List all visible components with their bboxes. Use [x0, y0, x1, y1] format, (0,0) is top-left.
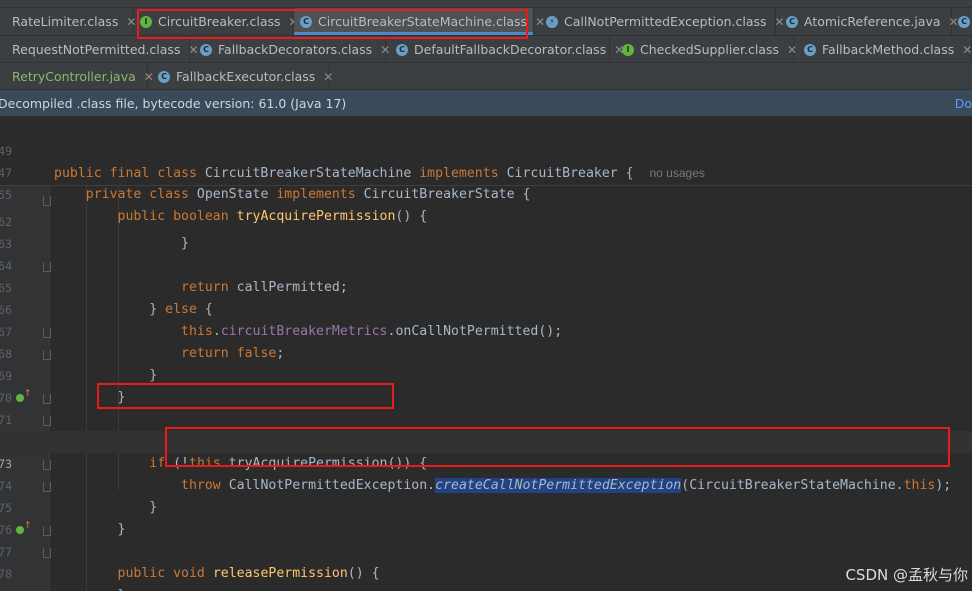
class-icon: C	[804, 43, 816, 56]
class-icon: C	[200, 43, 212, 56]
tab-label: RequestNotPermitted.class	[12, 42, 181, 57]
banner-action-link[interactable]: Do	[955, 96, 972, 111]
code-line: 77 public void releasePermission() {	[0, 519, 972, 581]
tab-row-overflow	[0, 0, 972, 8]
code-line: 68 }	[0, 321, 972, 383]
fold-marker-icon[interactable]	[43, 482, 51, 492]
fold-marker-icon[interactable]	[43, 526, 51, 536]
tab-fallbackexecutor[interactable]: C FallbackExecutor.class ✕	[148, 63, 333, 89]
tab-label: CheckedSupplier.class	[640, 42, 779, 57]
editor-tab-row-2: RequestNotPermitted.class ✕ C FallbackDe…	[0, 36, 972, 63]
code-text: }	[54, 585, 126, 591]
implements-method-icon[interactable]	[16, 521, 32, 534]
code-line: 64 return callPermitted;	[0, 233, 972, 295]
tab-fallbackdecorators[interactable]: C FallbackDecorators.class ✕	[190, 36, 390, 62]
tab-atomicreference[interactable]: C AtomicReference.java ✕	[776, 8, 959, 35]
exception-icon: ⚡	[546, 15, 558, 28]
code-line: 49 public final class CircuitBreakerStat…	[0, 118, 972, 181]
sticky-scroll-header: 49 public final class CircuitBreakerStat…	[0, 116, 972, 224]
annotation-box-throw	[165, 427, 950, 467]
class-icon: C	[396, 43, 408, 56]
tab-label: FallbackExecutor.class	[176, 69, 316, 84]
tab-ratelimiter[interactable]: RateLimiter.class ✕	[0, 8, 136, 35]
code-line: 78 }	[0, 541, 972, 591]
fold-marker-icon[interactable]	[43, 350, 51, 360]
fold-marker-icon[interactable]	[43, 262, 51, 272]
tab-label: RetryController.java	[12, 69, 136, 84]
fold-marker-icon[interactable]	[43, 548, 51, 558]
tab-defaultfallbackdecorator[interactable]: C DefaultFallbackDecorator.class ✕	[386, 36, 624, 62]
fold-marker-icon[interactable]	[43, 328, 51, 338]
implements-method-icon[interactable]	[16, 389, 32, 402]
code-line: 66 this.circuitBreakerMetrics.onCallNotP…	[0, 277, 972, 339]
tab-requestnotpermitted[interactable]: RequestNotPermitted.class ✕	[0, 36, 199, 62]
code-editor[interactable]: 49 public final class CircuitBreakerStat…	[0, 116, 972, 591]
banner-message: Decompiled .class file, bytecode version…	[0, 95, 347, 111]
code-line: 47 private class OpenState implements Ci…	[0, 140, 972, 202]
fold-marker-icon[interactable]	[43, 196, 51, 206]
line-number: 79	[0, 585, 12, 591]
code-line: 79	[0, 563, 972, 591]
tab-label: CallNotPermittedException.class	[564, 14, 767, 29]
code-line: 65 } else {	[0, 255, 972, 317]
tab-label: DefaultFallbackDecorator.class	[414, 42, 607, 57]
code-text: public boolean tryAcquirePermission() {	[117, 209, 428, 224]
tab-label: FallbackDecorators.class	[218, 42, 373, 57]
tab-retrycontroller[interactable]: RetryController.java ✕	[0, 63, 154, 89]
interface-icon: I	[622, 43, 634, 56]
class-icon: C	[158, 70, 170, 83]
fold-marker-icon[interactable]	[43, 394, 51, 404]
tab-overflow[interactable]: C	[952, 8, 972, 35]
fold-marker-icon[interactable]	[43, 460, 51, 470]
tab-fallbackmethod[interactable]: C FallbackMethod.class ✕	[794, 36, 972, 62]
tab-label: AtomicReference.java	[804, 14, 941, 29]
annotation-box-method	[97, 383, 394, 409]
tab-checkedsupplier[interactable]: I CheckedSupplier.class ✕	[610, 36, 797, 62]
code-line: 55 public boolean tryAcquirePermission()…	[0, 162, 972, 224]
fold-marker-icon[interactable]	[43, 416, 51, 426]
decompiled-info-banner: Decompiled .class file, bytecode version…	[0, 90, 972, 116]
line-number: 55	[0, 188, 12, 202]
tab-label: RateLimiter.class	[12, 14, 119, 29]
code-line: 69 }	[0, 343, 972, 405]
code-line: 67 return false;	[0, 299, 972, 361]
close-icon[interactable]: ✕	[323, 70, 333, 84]
code-line: 76	[0, 497, 972, 537]
tab-label: FallbackMethod.class	[822, 42, 955, 57]
close-icon[interactable]: ✕	[962, 43, 972, 57]
code-text: private class OpenState implements Circu…	[85, 187, 531, 202]
class-icon: C	[786, 15, 798, 28]
editor-tab-row-3: RetryController.java ✕ C FallbackExecuto…	[0, 63, 972, 90]
annotation-box-tabs	[137, 9, 528, 39]
watermark: CSDN @孟秋与你	[845, 566, 968, 584]
tab-callnotpermittedexception[interactable]: ⚡ CallNotPermittedException.class ✕	[534, 8, 785, 35]
class-icon: C	[958, 15, 970, 28]
code-line: 75 }	[0, 475, 972, 537]
